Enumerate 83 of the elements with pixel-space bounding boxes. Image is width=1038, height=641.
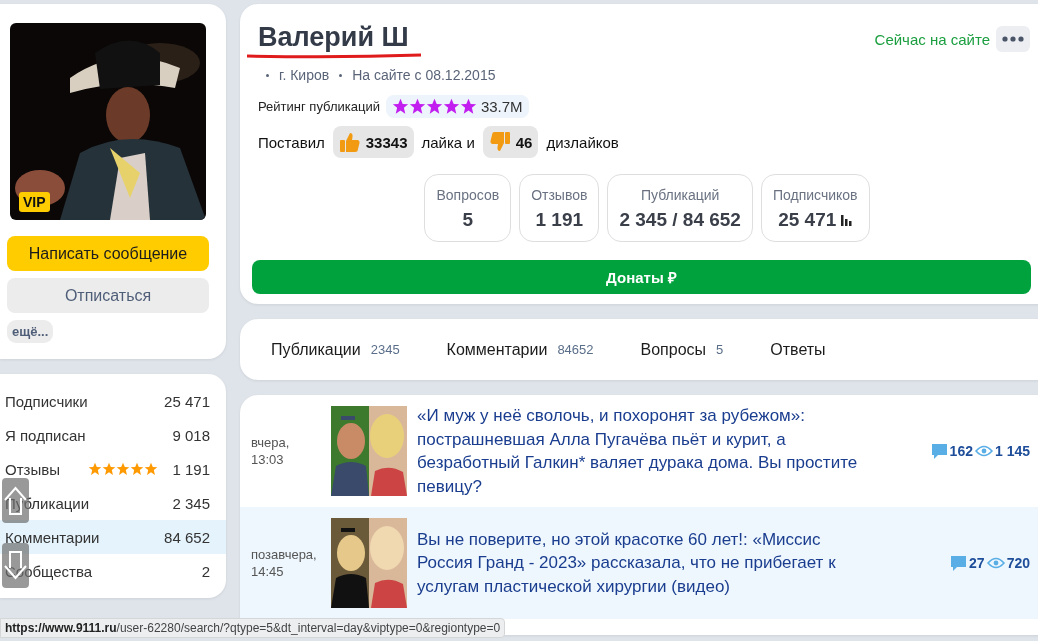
thumbs-up-icon: [338, 131, 361, 153]
star-icon: [459, 98, 477, 115]
stats-label: Подписчики: [5, 392, 89, 410]
star-icon: [442, 98, 460, 115]
user-name: Валерий Ш: [258, 22, 410, 53]
member-since: На сайте с 08.12.2015: [352, 67, 496, 83]
counter-value: 1 191: [535, 209, 584, 231]
counter-value: 5: [462, 209, 474, 231]
stats-row[interactable]: Публикации 2 345: [0, 486, 226, 520]
eye-icon: [986, 557, 1005, 569]
tab-count: 2345: [370, 342, 400, 357]
more-icon[interactable]: [996, 26, 1030, 52]
comment-icon: [930, 442, 948, 460]
stats-label: Я подписан: [5, 426, 87, 444]
stats-row[interactable]: Я подписан 9 018: [0, 418, 226, 452]
comment-icon: [950, 554, 968, 572]
bar-chart-icon[interactable]: [841, 214, 853, 226]
stats-label: Комментарии: [5, 528, 101, 546]
stats-label: Отзывы: [5, 460, 61, 478]
counter-card[interactable]: Вопросов 5: [424, 174, 512, 242]
eye-icon: [974, 445, 993, 457]
tab-count: 5: [716, 342, 724, 357]
counter-label: Отзывов: [531, 187, 588, 203]
post-date: позавчера,: [251, 547, 318, 562]
stats-row[interactable]: Подписчики 25 471: [0, 384, 226, 418]
stats-label: Публикации: [5, 494, 91, 512]
post-time: 13:03: [251, 452, 285, 467]
stats-value: 2 345: [172, 494, 210, 512]
star-icon: [116, 462, 131, 476]
star-icon: [391, 98, 409, 115]
comment-count: 27: [969, 555, 985, 571]
thumbs-down-icon: [488, 131, 511, 153]
counter-value: 25 471: [778, 209, 837, 231]
star-icon: [130, 462, 145, 476]
vip-badge: VIP: [19, 192, 50, 212]
location: г. Киров: [279, 67, 330, 83]
tab[interactable]: Вопросы 5: [640, 319, 724, 380]
counter-label: Публикаций: [639, 187, 721, 203]
stats-label: Сообщества: [5, 562, 94, 580]
stats-value: 25 471: [164, 392, 210, 410]
post-title-link[interactable]: Вы не поверите, но этой красотке 60 лет!: «Миссис Россия Гранд - 2023» рассказала, что не прибегает к услугам пластической хирургии (видео): [417, 527, 867, 599]
star-icon: [425, 98, 443, 115]
feed-item[interactable]: вчера, 13:03 «И муж у неё сволочь, и похоронят за рубежом»: пострашневшая Алла Пугачёва пьёт и курит, а безработный Галкин* валяет дурака дома. Вы простите певицу? 162 1 145: [240, 395, 1038, 507]
unsubscribe-button[interactable]: Отписаться: [7, 278, 209, 313]
rating-value: 33.7M: [480, 98, 523, 115]
view-count: 720: [1006, 555, 1030, 571]
tab[interactable]: Комментарии 84652: [446, 319, 594, 380]
stats-row[interactable]: Комментарии 84 652: [0, 520, 226, 554]
message-button[interactable]: Написать сообщение: [7, 236, 209, 271]
likes-text: лайка и: [421, 133, 475, 151]
stats-row[interactable]: Сообщества 2: [0, 554, 226, 588]
comment-count: 162: [949, 443, 973, 459]
stats-value: 84 652: [164, 528, 210, 546]
stats-value: 2: [201, 562, 210, 580]
rating-label: Рейтинг публикаций: [258, 99, 380, 114]
feed-item[interactable]: позавчера, 14:45 Вы не поверите, но этой красотке 60 лет!: «Миссис Россия Гранд - 2023» рассказала, что не прибегает к услугам пластической хирургии (видео) 27 720: [240, 507, 1038, 619]
star-icon: [88, 462, 103, 476]
likes-text: дизлайков: [546, 133, 619, 151]
tab-count: 84652: [557, 342, 594, 357]
post-time: 14:45: [251, 564, 285, 579]
stats-row[interactable]: Отзывы 1 191: [0, 452, 226, 486]
star-icon: [408, 98, 426, 115]
counter-label: Вопросов: [436, 187, 500, 203]
counter-card[interactable]: Подписчиков 25 471: [760, 174, 870, 242]
counter-value: 2 345 / 84 652: [619, 209, 741, 231]
star-icon: [144, 462, 159, 476]
more-button[interactable]: ещё...: [7, 320, 54, 343]
counter-label: Подписчиков: [772, 187, 858, 203]
tab[interactable]: Публикации 2345: [271, 319, 400, 380]
stats-value: 9 018: [172, 426, 210, 444]
dislikes-count: 46: [515, 133, 533, 151]
tab[interactable]: Ответы: [770, 319, 826, 380]
stats-value: 1 191: [172, 460, 210, 478]
likes-count: 33343: [365, 133, 408, 151]
counter-card[interactable]: Отзывов 1 191: [519, 174, 600, 242]
post-title-link[interactable]: «И муж у неё сволочь, и похоронят за рубежом»: пострашневшая Алла Пугачёва пьёт и курит, а безработный Галкин* валяет дурака дома. Вы простите певицу?: [417, 404, 867, 498]
likes-text: Поставил: [258, 133, 325, 151]
online-status: Сейчас на сайте: [874, 31, 990, 48]
view-count: 1 145: [994, 443, 1030, 459]
counter-card[interactable]: Публикаций 2 345 / 84 652: [607, 174, 753, 242]
star-icon: [102, 462, 117, 476]
post-date: вчера,: [251, 435, 291, 450]
link-status-bar: https://www.9111.ru/user-62280/search/?qtype=5&dt_interval=day&viptype=0&regiontype=0: [0, 618, 506, 638]
